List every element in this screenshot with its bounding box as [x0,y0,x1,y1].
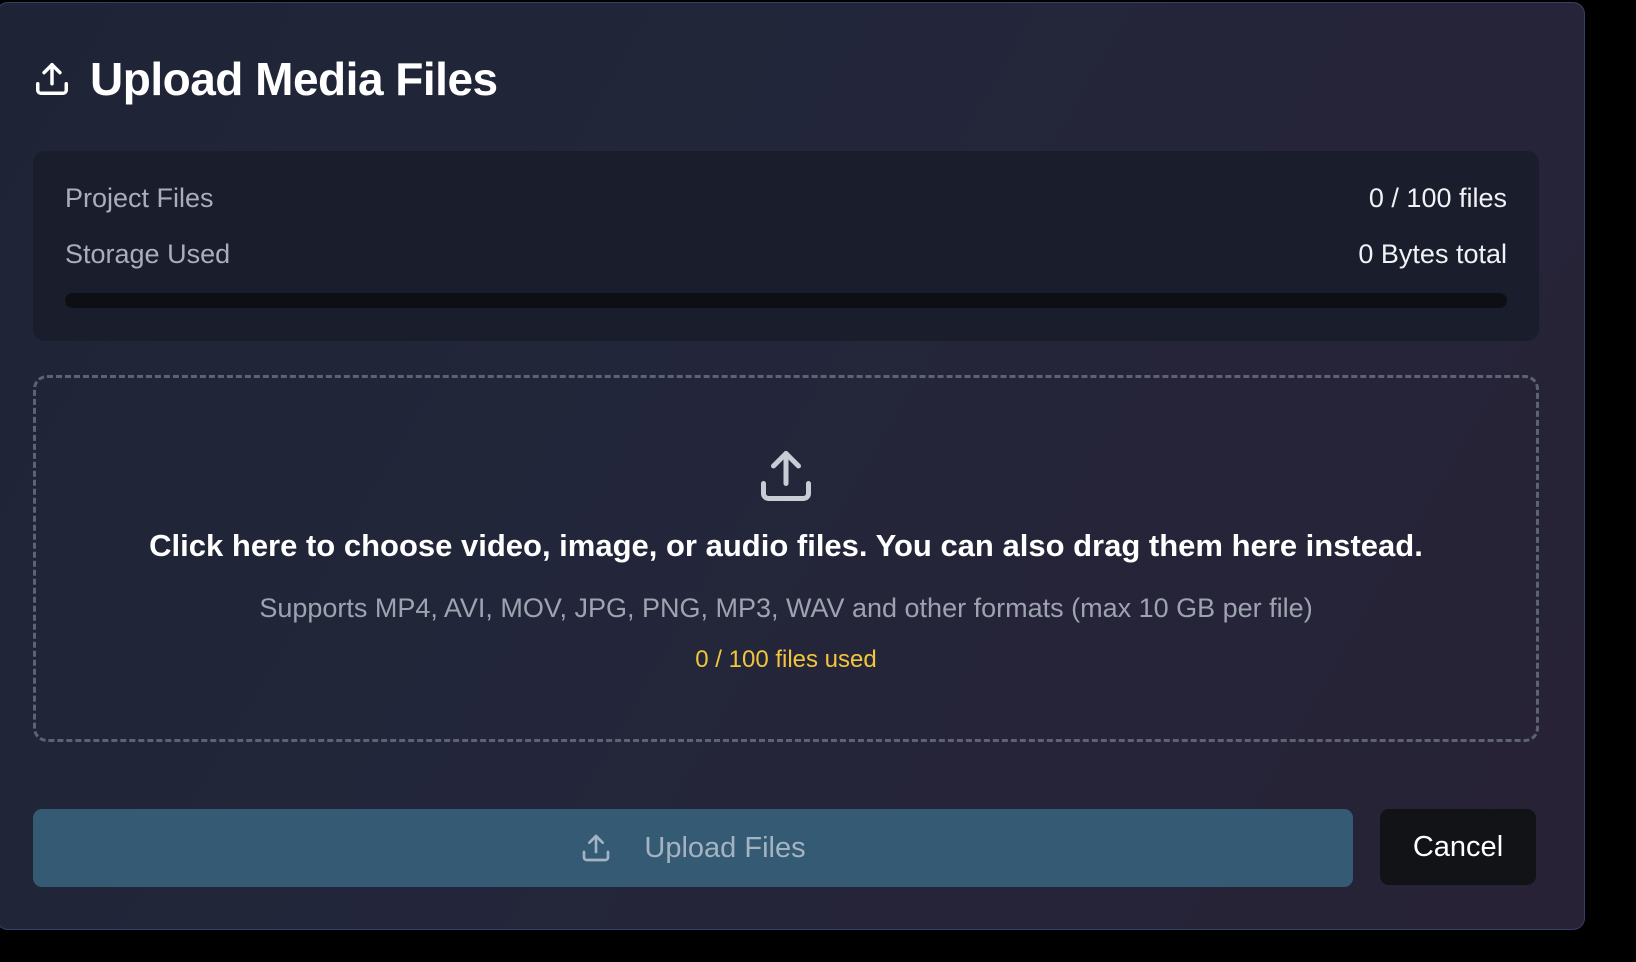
dialog-header: Upload Media Files [33,49,498,109]
files-used-count: 0 / 100 files used [695,646,877,673]
upload-icon [761,451,811,501]
project-stats-card: Project Files 0 / 100 files Storage Used… [33,151,1539,341]
upload-files-button[interactable]: Upload Files [33,809,1353,887]
project-files-row: Project Files 0 / 100 files [65,183,1507,214]
cancel-label: Cancel [1412,830,1504,863]
project-files-value: 0 / 100 files [1368,183,1507,213]
project-files-label: Project Files [65,183,214,213]
supported-formats-text: Supports MP4, AVI, MOV, JPG, PNG, MP3, W… [259,593,1313,623]
dialog-title: Upload Media Files [90,53,498,105]
storage-used-row: Storage Used 0 Bytes total [65,239,1507,270]
upload-icon [36,63,68,95]
storage-used-label: Storage Used [65,239,231,269]
upload-dialog: Upload Media Files Project Files 0 / 100… [0,2,1585,930]
file-dropzone[interactable]: Click here to choose video, image, or au… [33,375,1539,742]
upload-files-label: Upload Files [644,831,806,864]
dropzone-instructions: Click here to choose video, image, or au… [149,528,1423,563]
storage-progress-bar [65,293,1507,308]
storage-used-value: 0 Bytes total [1358,239,1507,269]
cancel-button[interactable]: Cancel [1380,809,1536,885]
upload-icon [583,834,610,862]
